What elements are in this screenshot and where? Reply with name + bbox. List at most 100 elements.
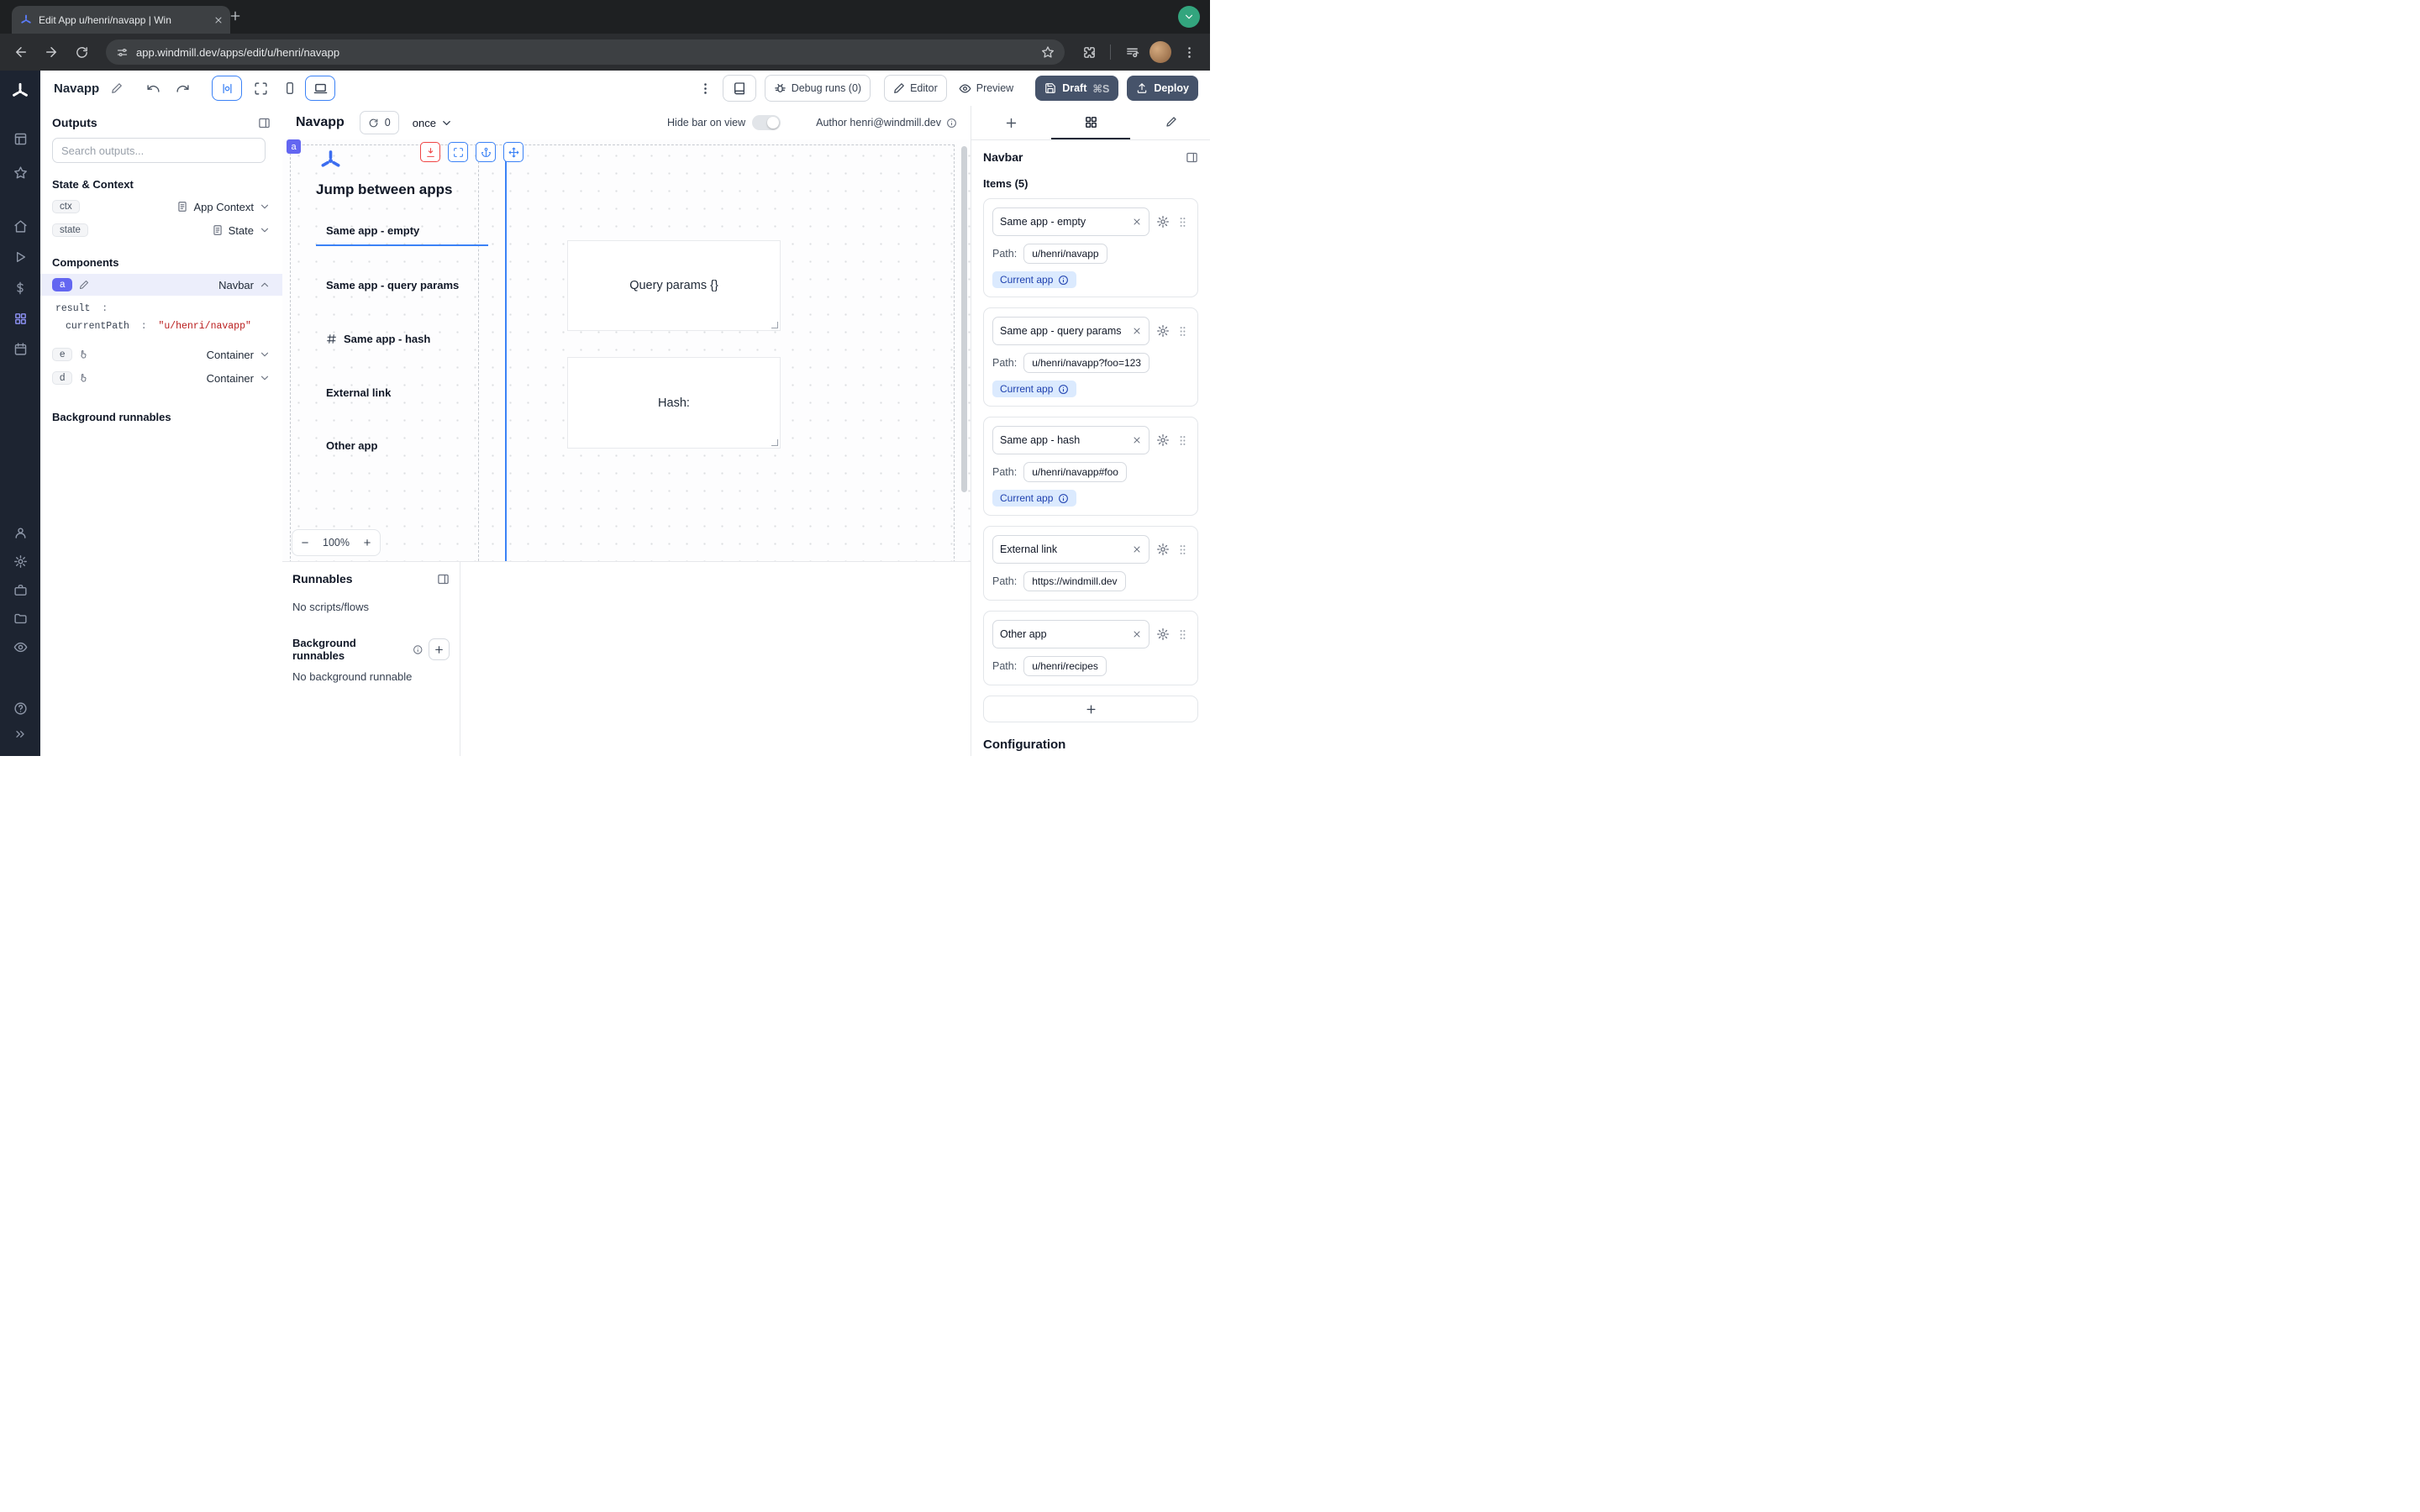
- state-row[interactable]: state State: [45, 219, 277, 241]
- docs-button[interactable]: [723, 75, 756, 102]
- search-outputs-input[interactable]: [52, 138, 266, 163]
- sidebar-item-users[interactable]: [0, 526, 40, 540]
- drag-handle-icon[interactable]: [1176, 628, 1189, 641]
- path-value[interactable]: u/henri/navapp: [1023, 244, 1107, 264]
- query-params-card[interactable]: Query params {}: [567, 240, 781, 331]
- item-settings-gear-icon[interactable]: [1156, 433, 1170, 447]
- drag-handle-icon[interactable]: [1176, 543, 1189, 556]
- sidebar-item-schedules[interactable]: [0, 342, 40, 356]
- new-tab-button[interactable]: [229, 9, 242, 23]
- item-label-input[interactable]: Same app - query params: [992, 317, 1150, 345]
- debug-runs-button[interactable]: Debug runs (0): [765, 75, 871, 102]
- fullscreen-icon[interactable]: [254, 81, 268, 96]
- zoom-out-button[interactable]: −: [292, 530, 318, 555]
- media-controls-icon[interactable]: [1119, 39, 1144, 65]
- item-label-input[interactable]: Same app - hash: [992, 426, 1150, 454]
- drag-handle-icon[interactable]: [1176, 325, 1189, 338]
- zoom-in-button[interactable]: +: [355, 530, 380, 555]
- anchor-component-button[interactable]: [476, 142, 496, 162]
- info-icon[interactable]: [1058, 275, 1069, 286]
- canvas-scrollbar[interactable]: [961, 146, 967, 492]
- add-item-button[interactable]: [983, 696, 1198, 722]
- url-text[interactable]: app.windmill.dev/apps/edit/u/henri/navap…: [136, 46, 1034, 59]
- info-icon[interactable]: [1058, 493, 1069, 504]
- item-label-input[interactable]: Same app - empty: [992, 207, 1150, 236]
- windmill-logo[interactable]: [0, 82, 40, 101]
- reload-button[interactable]: [69, 39, 94, 65]
- sidebar-item-resources[interactable]: [0, 312, 40, 326]
- component-right-edge[interactable]: [505, 144, 507, 561]
- mobile-view-icon[interactable]: [283, 81, 297, 95]
- chevron-down-icon[interactable]: [259, 372, 271, 384]
- hide-bar-toggle[interactable]: [752, 115, 781, 130]
- sidebar-item-workers[interactable]: [0, 583, 40, 597]
- rename-app-icon[interactable]: [111, 82, 123, 94]
- nav-item-same-app-empty[interactable]: Same app - empty: [316, 216, 488, 246]
- sidebar-collapse-icon[interactable]: [0, 727, 40, 741]
- desktop-view-button[interactable]: [305, 76, 335, 101]
- sidebar-item-settings[interactable]: [0, 554, 40, 569]
- drag-handle-icon[interactable]: [1176, 216, 1189, 228]
- tab-styling[interactable]: [1130, 106, 1210, 139]
- expand-component-button[interactable]: [448, 142, 468, 162]
- nav-item-external-link[interactable]: External link: [316, 377, 488, 407]
- path-value[interactable]: u/henri/recipes: [1023, 656, 1107, 676]
- bookmark-star-icon[interactable]: [1041, 45, 1055, 59]
- chevron-down-icon[interactable]: [259, 201, 271, 213]
- undo-icon[interactable]: [146, 81, 160, 96]
- address-bar[interactable]: app.windmill.dev/apps/edit/u/henri/navap…: [106, 39, 1065, 65]
- nav-item-same-app-hash[interactable]: Same app - hash: [316, 323, 488, 354]
- editor-tab-button[interactable]: Editor: [884, 75, 947, 102]
- hash-card[interactable]: Hash:: [567, 357, 781, 449]
- tab-insert-component[interactable]: [971, 106, 1051, 139]
- site-settings-icon[interactable]: [116, 46, 129, 59]
- run-mode-dropdown[interactable]: once: [413, 117, 453, 129]
- path-value[interactable]: https://windmill.dev: [1023, 571, 1125, 591]
- profile-chevron-button[interactable]: [1178, 6, 1200, 28]
- sidebar-item-audit[interactable]: [0, 640, 40, 654]
- sidebar-item-favorites[interactable]: [0, 165, 40, 180]
- item-settings-gear-icon[interactable]: [1156, 215, 1170, 228]
- collapse-panel-icon[interactable]: [437, 573, 450, 585]
- back-button[interactable]: [8, 39, 34, 65]
- canvas-grid[interactable]: a Jump between apps Same app - empty Sam…: [282, 139, 971, 561]
- info-icon[interactable]: [413, 644, 423, 655]
- ctx-row[interactable]: ctx App Context: [45, 196, 277, 218]
- draft-button[interactable]: Draft ⌘S: [1035, 76, 1118, 101]
- item-settings-gear-icon[interactable]: [1156, 627, 1170, 641]
- component-row-navbar[interactable]: a Navbar: [40, 274, 282, 296]
- sidebar-item-folders[interactable]: [0, 612, 40, 626]
- edit-id-icon[interactable]: [79, 280, 89, 290]
- drag-handle-icon[interactable]: [1176, 434, 1189, 447]
- nav-item-other-app[interactable]: Other app: [316, 430, 488, 460]
- component-id-chip[interactable]: a: [287, 139, 301, 154]
- sidebar-item-runs[interactable]: [0, 250, 40, 264]
- header-menu-icon[interactable]: [698, 81, 713, 96]
- extensions-icon[interactable]: [1076, 39, 1102, 65]
- forward-button[interactable]: [39, 39, 64, 65]
- browser-profile-avatar[interactable]: [1150, 41, 1171, 63]
- toggle-panels-button[interactable]: [212, 76, 242, 101]
- tab-component-settings[interactable]: [1051, 106, 1131, 139]
- preview-tab-button[interactable]: Preview: [952, 76, 1020, 101]
- tab-close-icon[interactable]: [213, 15, 224, 25]
- delete-component-button[interactable]: [420, 142, 440, 162]
- sidebar-help-icon[interactable]: [0, 701, 40, 716]
- clear-icon[interactable]: [1132, 544, 1142, 554]
- chevron-up-icon[interactable]: [259, 279, 271, 291]
- clear-icon[interactable]: [1132, 326, 1142, 336]
- sidebar-item-home[interactable]: [0, 219, 40, 234]
- deploy-button[interactable]: Deploy: [1127, 76, 1198, 101]
- add-background-runnable-button[interactable]: [429, 638, 450, 660]
- component-row-container-d[interactable]: d Container: [45, 367, 277, 389]
- move-component-button[interactable]: [503, 142, 523, 162]
- info-icon[interactable]: [946, 118, 957, 129]
- path-value[interactable]: u/henri/navapp#foo: [1023, 462, 1127, 482]
- nav-item-same-app-query[interactable]: Same app - query params: [316, 270, 488, 300]
- chevron-down-icon[interactable]: [259, 349, 271, 360]
- collapse-panel-icon[interactable]: [1186, 151, 1198, 164]
- clear-icon[interactable]: [1132, 629, 1142, 639]
- item-settings-gear-icon[interactable]: [1156, 324, 1170, 338]
- clear-icon[interactable]: [1132, 217, 1142, 227]
- sidebar-item-variables[interactable]: [0, 281, 40, 295]
